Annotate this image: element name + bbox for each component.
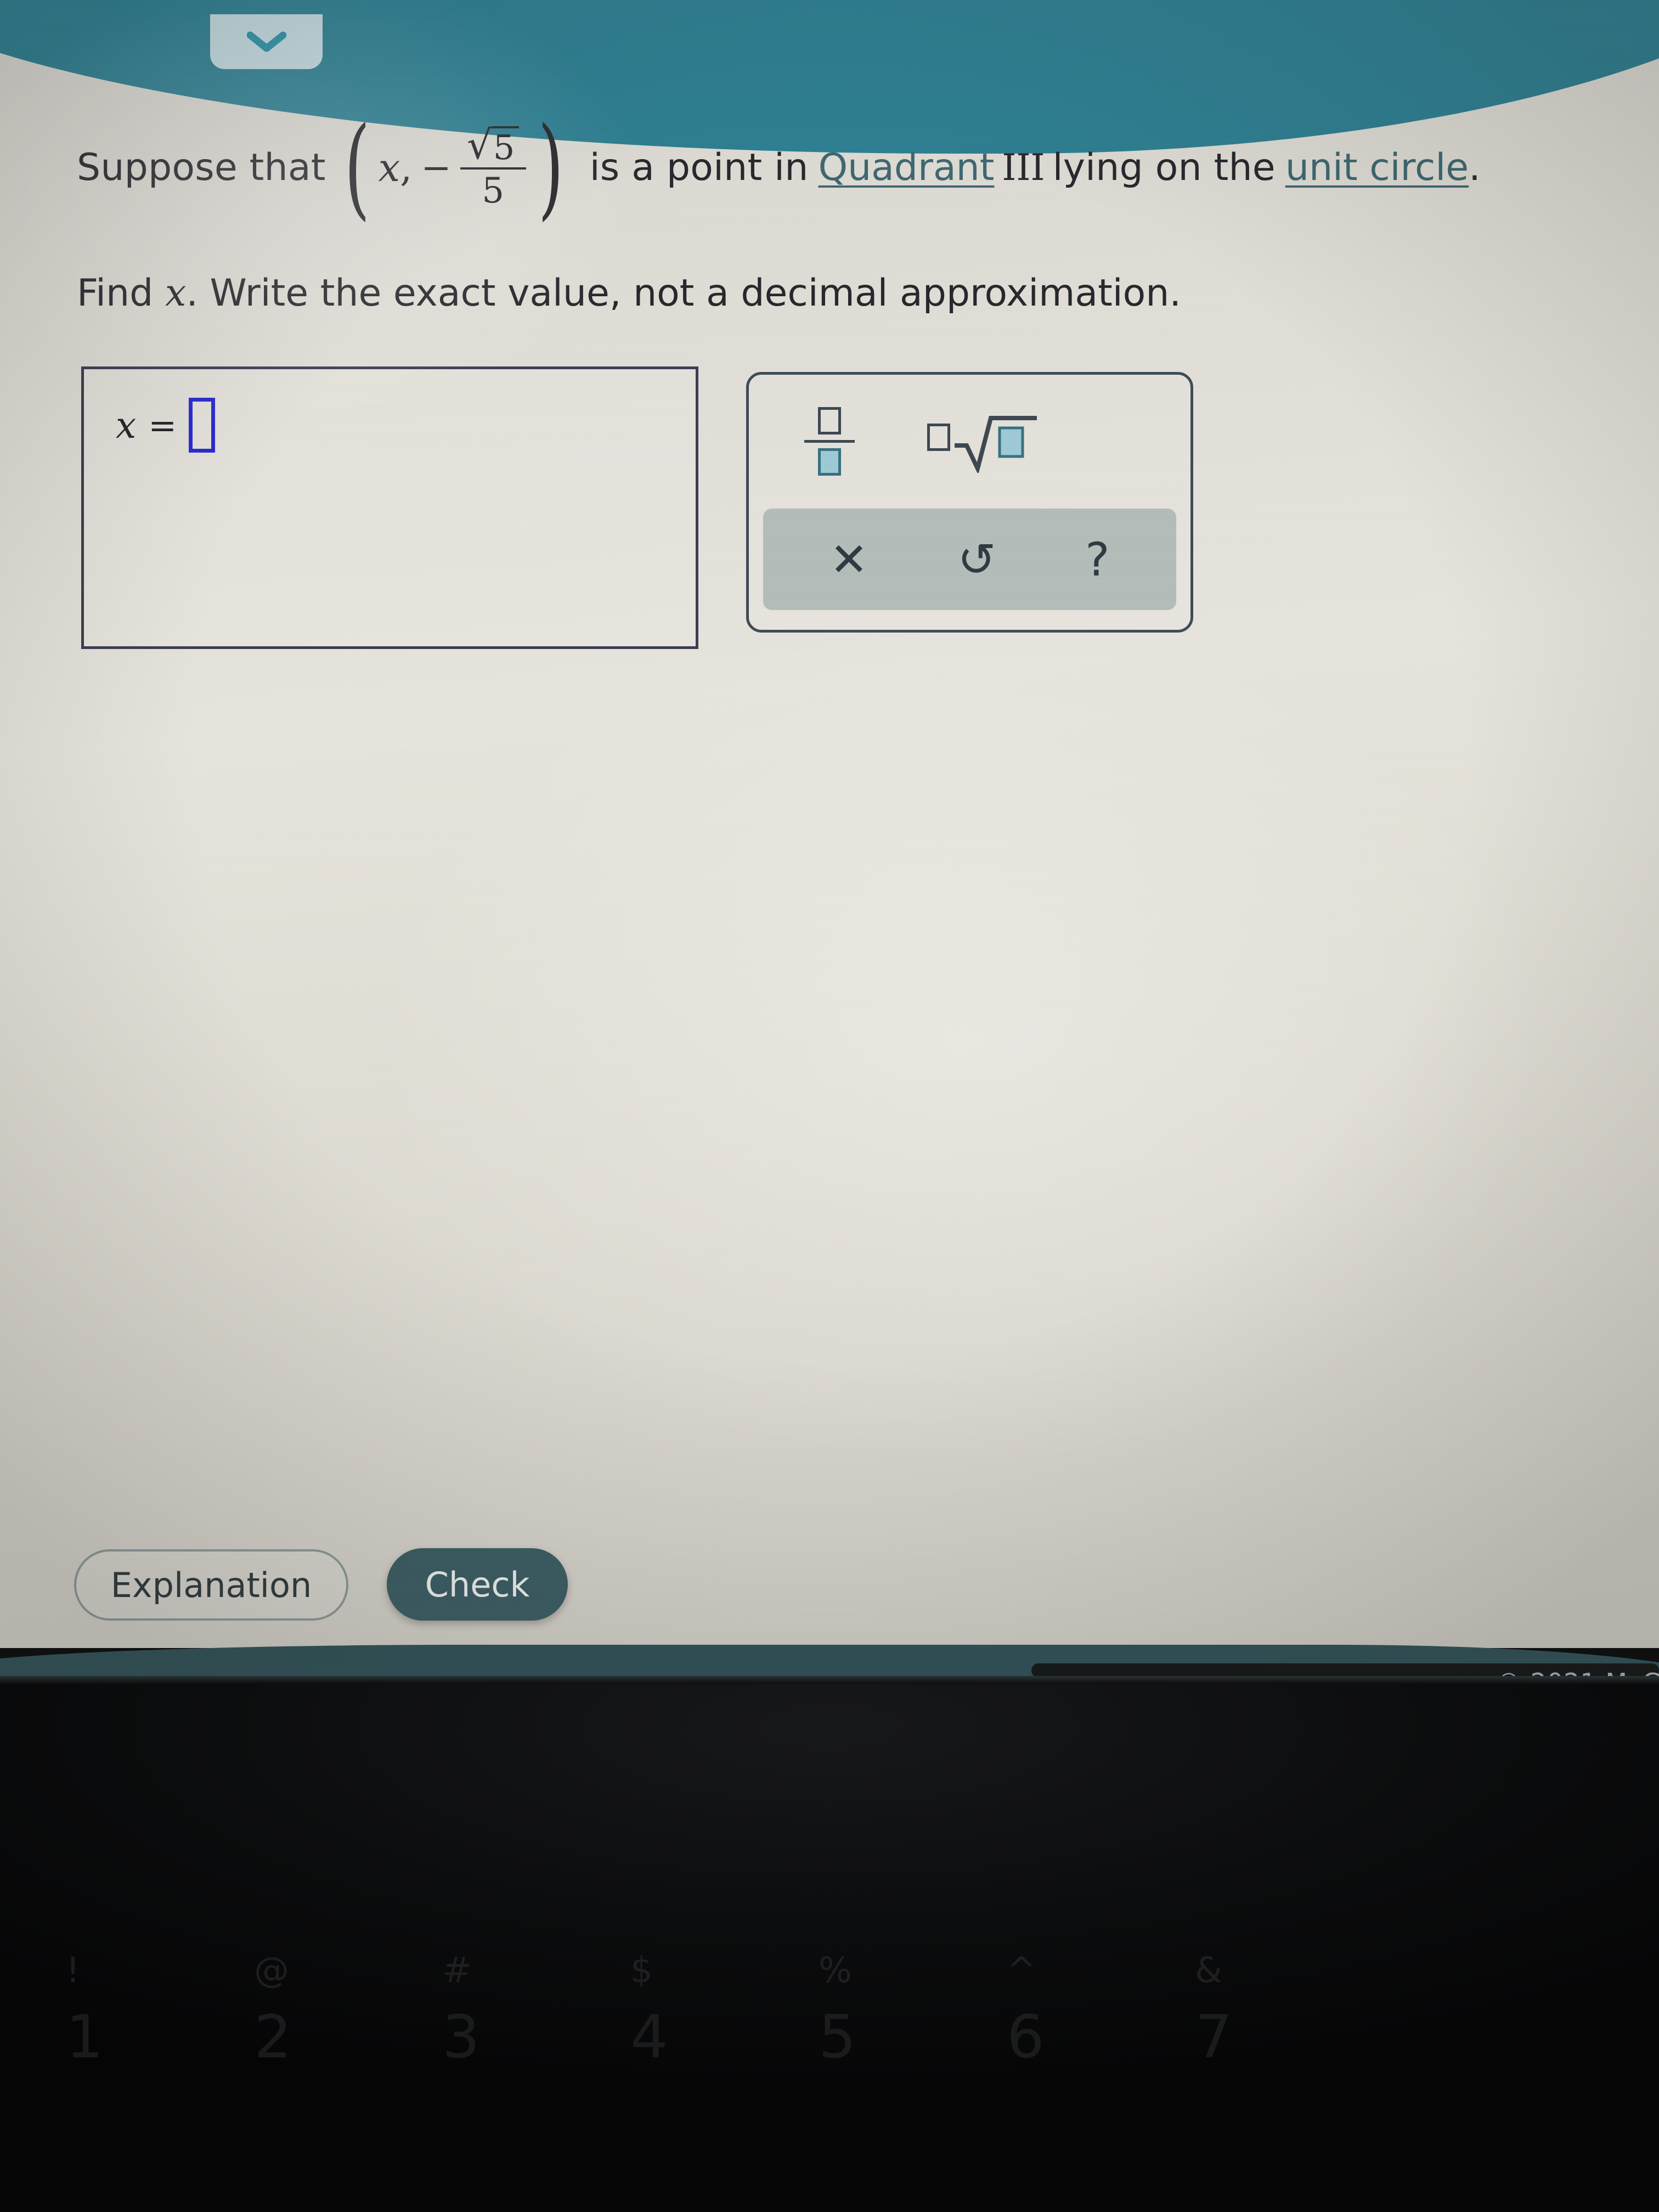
radical-sign-icon <box>955 415 1037 473</box>
key-number: 4 <box>630 2003 668 2072</box>
keyboard-key: % 5 <box>819 1953 1007 2134</box>
statement-mid: is a point in <box>589 146 809 190</box>
ordered-pair-expression: ( x , − √ 5 5 ) <box>336 104 572 232</box>
fraction-bar-icon <box>804 439 855 443</box>
statement-tail: lying on the <box>1052 146 1276 190</box>
radical-sign: √ <box>467 122 492 168</box>
check-button[interactable]: Check <box>387 1548 568 1621</box>
link-unit-circle[interactable]: unit circle <box>1285 149 1469 187</box>
link-quadrant[interactable]: Quadrant <box>819 149 995 187</box>
statement-period: . <box>1469 146 1481 190</box>
key-number: 2 <box>254 2003 292 2072</box>
roman-numeral-three: III <box>1002 146 1045 189</box>
fraction-template-button[interactable] <box>788 400 871 482</box>
keyboard-key: # 3 <box>442 1953 630 2134</box>
fraction-sqrt5-over-5: √ 5 5 <box>460 122 526 212</box>
key-symbol: % <box>819 1950 852 1991</box>
math-input-palette: ✕ ↺ ? <box>746 372 1193 633</box>
key-number: 3 <box>442 2003 480 2072</box>
pair-comma: , <box>400 145 413 191</box>
empty-answer-slot[interactable] <box>189 398 216 453</box>
answer-input-area[interactable]: x = <box>81 366 698 649</box>
key-symbol: ^ <box>1007 1950 1036 1991</box>
instruction-suffix: . Write the exact value, not a decimal a… <box>186 272 1181 315</box>
key-symbol: @ <box>254 1950 289 1991</box>
answer-expression: x = <box>116 398 216 453</box>
root-index-box-icon <box>927 423 950 451</box>
key-symbol: & <box>1195 1950 1222 1991</box>
nth-root-icon <box>927 411 1037 473</box>
chevron-down-icon <box>246 31 286 52</box>
pair-x: x <box>378 145 400 191</box>
keyboard-key: & 7 <box>1195 1953 1383 2134</box>
denominator-box-icon <box>818 448 841 476</box>
key-symbol: $ <box>630 1950 653 1991</box>
answer-variable: x <box>116 404 137 447</box>
physical-keyboard-number-row: ! 1 @ 2 # 3 $ 4 % 5 ^ 6 & 7 <box>0 1953 1659 2134</box>
fraction-icon <box>804 407 855 476</box>
fraction-numerator: √ 5 <box>461 122 524 168</box>
collapse-panel-tab[interactable] <box>210 14 323 69</box>
keyboard-key: $ 4 <box>630 1953 819 2134</box>
instruction-line: Find x. Write the exact value, not a dec… <box>77 272 1181 315</box>
laptop-screen-photo: ! 1 @ 2 # 3 $ 4 % 5 ^ 6 & 7 Suppose that… <box>0 0 1659 2212</box>
radicand: 5 <box>492 126 520 165</box>
help-button[interactable]: ? <box>1085 537 1110 583</box>
key-number: 5 <box>819 2003 856 2072</box>
nth-root-template-button[interactable] <box>919 402 1045 482</box>
palette-action-row: ✕ ↺ ? <box>763 509 1176 610</box>
screen-bezel-edge <box>0 1676 1659 1684</box>
numerator-box-icon <box>818 407 841 435</box>
fraction-denominator: 5 <box>482 171 505 212</box>
page-background <box>0 0 1659 1648</box>
browser-viewport: Suppose that ( x , − √ 5 5 ) is a point … <box>0 0 1659 1679</box>
keyboard-key: ^ 6 <box>1007 1953 1195 2134</box>
instruction-variable: x <box>165 272 187 315</box>
close-paren: ) <box>538 104 564 232</box>
answer-equals-sign: = <box>148 405 177 445</box>
problem-statement: Suppose that ( x , − √ 5 5 ) is a point … <box>77 104 1558 232</box>
statement-lead: Suppose that <box>77 146 326 190</box>
key-number: 7 <box>1195 2003 1233 2072</box>
key-number: 6 <box>1007 2003 1045 2072</box>
key-number: 1 <box>66 2003 104 2072</box>
keyboard-key: ! 1 <box>66 1953 254 2134</box>
key-symbol: ! <box>66 1950 80 1991</box>
key-symbol: # <box>442 1950 472 1991</box>
open-paren: ( <box>344 104 370 232</box>
undo-button[interactable]: ↺ <box>957 537 996 583</box>
explanation-button[interactable]: Explanation <box>74 1549 348 1621</box>
instruction-prefix: Find <box>77 272 154 315</box>
keyboard-key: @ 2 <box>254 1953 442 2134</box>
pair-minus-sign: − <box>421 146 452 189</box>
clear-button[interactable]: ✕ <box>830 537 868 583</box>
